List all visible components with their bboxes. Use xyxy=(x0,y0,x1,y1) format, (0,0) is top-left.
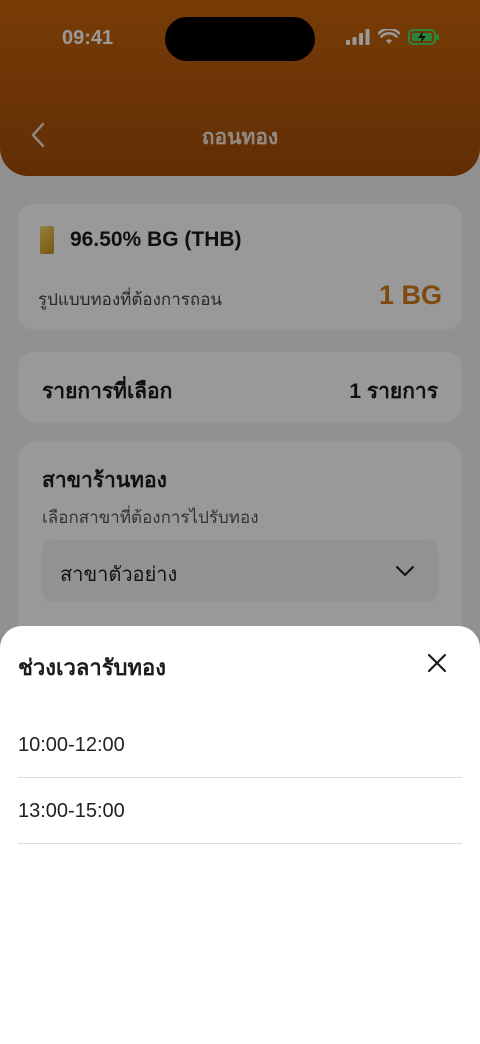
time-slot-label: 13:00-15:00 xyxy=(18,800,125,822)
time-slot-label: 10:00-12:00 xyxy=(18,734,125,756)
time-slot-option[interactable]: 13:00-15:00 xyxy=(18,778,462,844)
time-slot-option[interactable]: 10:00-12:00 xyxy=(18,712,462,778)
sheet-title: ช่วงเวลารับทอง xyxy=(18,655,166,680)
time-slot-sheet: ช่วงเวลารับทอง 10:00-12:00 13:00-15:00 xyxy=(0,626,480,1044)
close-icon[interactable] xyxy=(424,650,450,676)
